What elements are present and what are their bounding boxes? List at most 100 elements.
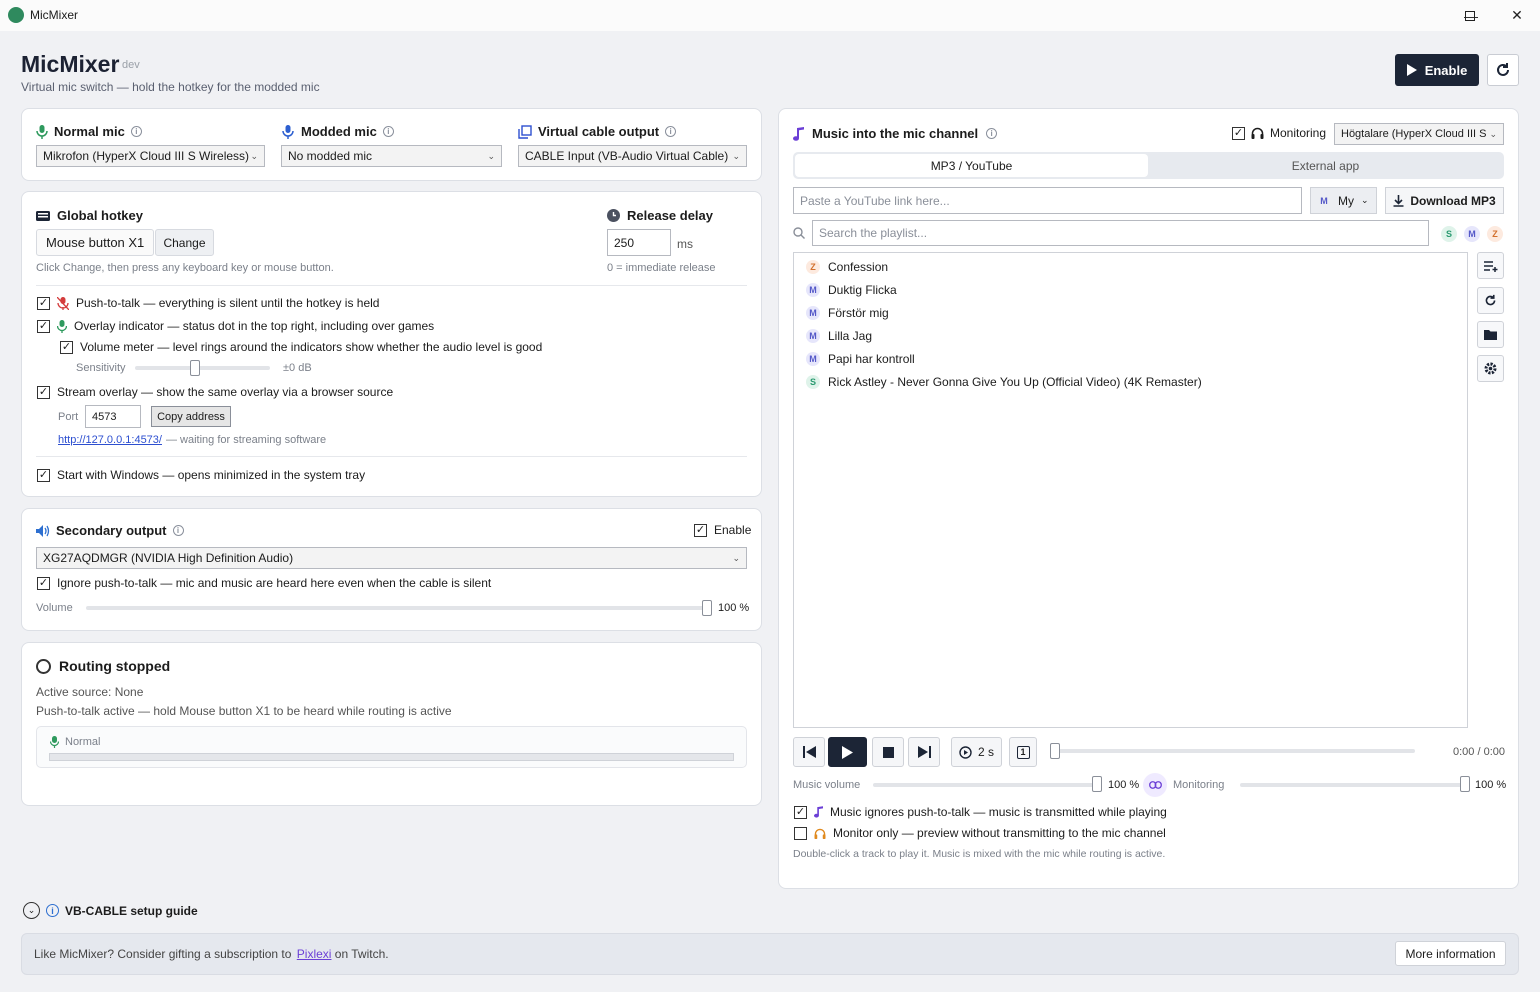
previous-button[interactable] — [793, 737, 825, 767]
push-to-talk-label: Push-to-talk — everything is silent unti… — [76, 296, 380, 310]
support-text: Like MicMixer? Consider gifting a subscr… — [34, 947, 295, 961]
secondary-volume-thumb[interactable] — [702, 600, 712, 616]
secondary-output-select[interactable]: XG27AQDMGR (NVIDIA High Definition Audio… — [36, 547, 747, 569]
refresh-icon — [1497, 63, 1509, 76]
track-delay-button[interactable]: 2 s — [951, 737, 1002, 767]
level-meter-bar — [49, 753, 734, 761]
track-title: Lilla Jag — [828, 329, 873, 343]
chevron-down-icon: ⌄ — [1361, 195, 1369, 205]
youtube-link-input[interactable]: Paste a YouTube link here... — [793, 187, 1302, 214]
microphone-icon — [36, 124, 48, 139]
filter-z-button[interactable]: Z — [1487, 226, 1503, 242]
filter-s-button[interactable]: S — [1441, 226, 1457, 242]
stop-icon — [882, 746, 894, 758]
add-to-playlist-button[interactable] — [1477, 252, 1504, 279]
release-delay-input[interactable]: 250 — [607, 229, 671, 256]
monitor-only-label: Monitor only — preview without transmitt… — [833, 826, 1166, 840]
music-volume-track[interactable] — [873, 783, 1100, 787]
hotkey-value: Mouse button X1 — [36, 229, 155, 256]
change-hotkey-button[interactable]: Change — [155, 229, 214, 256]
filter-m-button[interactable]: M — [1464, 226, 1480, 242]
download-mp3-button[interactable]: Download MP3 — [1385, 187, 1504, 214]
maximize-button[interactable] — [1447, 0, 1493, 31]
repeat-mode-button[interactable]: 1 — [1009, 737, 1037, 767]
settings-button[interactable] — [1477, 355, 1504, 382]
link-volumes-button[interactable] — [1143, 773, 1167, 797]
start-with-windows-label: Start with Windows — opens minimized in … — [57, 468, 366, 482]
playlist-add-icon — [1483, 260, 1497, 272]
reload-playlist-button[interactable] — [1477, 287, 1504, 314]
monitor-volume-track[interactable] — [1240, 783, 1468, 787]
monitor-volume-thumb[interactable] — [1460, 776, 1470, 792]
track-item[interactable]: S Rick Astley - Never Gonna Give You Up (… — [806, 371, 1202, 393]
playlist-search-input[interactable]: Search the playlist... — [812, 220, 1429, 246]
more-information-button[interactable]: More information — [1395, 941, 1506, 966]
port-input[interactable]: 4573 — [85, 405, 141, 428]
cable-output-select[interactable]: CABLE Input (VB-Audio Virtual Cable) ⌄ — [518, 145, 747, 167]
next-button[interactable] — [908, 737, 940, 767]
info-icon[interactable]: i — [665, 126, 677, 137]
cable-output-label: Virtual cable output — [538, 124, 660, 139]
overlay-indicator-label: Overlay indicator — status dot in the to… — [74, 319, 435, 333]
info-icon[interactable]: i — [382, 126, 394, 137]
enable-button[interactable]: Enable — [1395, 54, 1479, 86]
secondary-ignore-ptt-checkbox[interactable]: ✓ — [37, 576, 50, 590]
track-item[interactable]: M Förstör mig — [806, 302, 889, 324]
music-ignores-ptt-label: Music ignores push-to-talk — music is tr… — [830, 805, 1167, 819]
track-title: Förstör mig — [828, 306, 889, 320]
track-badge: M — [806, 329, 820, 343]
refresh-button[interactable] — [1487, 54, 1519, 86]
clock-icon — [607, 209, 620, 222]
stream-overlay-checkbox[interactable]: ✓ — [37, 385, 50, 399]
push-to-talk-checkbox[interactable]: ✓ — [37, 296, 50, 310]
track-item[interactable]: M Lilla Jag — [806, 325, 872, 347]
start-with-windows-checkbox[interactable]: ✓ — [37, 468, 50, 482]
track-delay-label: 2 s — [977, 745, 994, 759]
link-icon — [1148, 781, 1162, 789]
seek-slider-thumb[interactable] — [1050, 743, 1060, 759]
chevron-down-icon: ⌄ — [732, 150, 740, 161]
setup-guide-toggle[interactable]: ⌄ i VB-CABLE setup guide — [23, 902, 198, 919]
music-ignores-ptt-checkbox[interactable]: ✓ — [794, 805, 807, 819]
track-item[interactable]: M Duktig Flicka — [806, 279, 897, 301]
info-icon[interactable]: i — [986, 128, 998, 139]
track-item[interactable]: Z Confession — [806, 256, 888, 278]
normal-mic-select[interactable]: Mikrofon (HyperX Cloud III S Wireless) ⌄ — [36, 145, 265, 167]
folder-icon — [1484, 330, 1497, 340]
twitch-link[interactable]: Pixlexi — [295, 947, 332, 961]
open-folder-button[interactable] — [1477, 321, 1504, 348]
secondary-volume-track[interactable] — [86, 606, 708, 610]
monitor-device-select[interactable]: Högtalare (HyperX Cloud III S ⌄ — [1334, 123, 1504, 145]
app-icon — [8, 7, 24, 23]
global-hotkey-title: Global hotkey — [57, 208, 143, 223]
chevron-down-icon: ⌄ — [23, 902, 40, 919]
speaker-icon — [36, 524, 50, 537]
tab-external-app[interactable]: External app — [1149, 154, 1502, 177]
copy-address-button[interactable]: Copy address — [151, 406, 231, 427]
headphones-icon — [1251, 127, 1264, 139]
info-icon[interactable]: i — [172, 525, 184, 536]
tab-mp3-youtube[interactable]: MP3 / YouTube — [795, 154, 1148, 177]
play-button[interactable] — [828, 737, 867, 767]
close-button[interactable]: ✕ — [1494, 0, 1540, 31]
stop-button[interactable] — [872, 737, 904, 767]
folder-label: My — [1338, 193, 1354, 208]
repeat-one-icon: 1 — [1016, 745, 1030, 759]
volume-meter-checkbox[interactable]: ✓ — [60, 340, 73, 354]
secondary-output-title: Secondary output — [56, 523, 167, 538]
music-volume-thumb[interactable] — [1092, 776, 1102, 792]
overlay-indicator-checkbox[interactable]: ✓ — [37, 319, 50, 333]
monitor-only-checkbox[interactable] — [794, 826, 807, 840]
download-folder-select[interactable]: M My ⌄ — [1310, 187, 1377, 214]
modded-mic-select[interactable]: No modded mic ⌄ — [281, 145, 502, 167]
gear-icon — [1484, 362, 1497, 375]
track-item[interactable]: M Papi har kontroll — [806, 348, 915, 370]
sensitivity-slider-track[interactable] — [135, 366, 270, 370]
music-monitoring-checkbox[interactable]: ✓ — [1232, 126, 1245, 140]
sensitivity-slider-thumb[interactable] — [190, 360, 200, 376]
overlay-url-link[interactable]: http://127.0.0.1:4573/ — [58, 434, 162, 446]
info-icon[interactable]: i — [130, 126, 142, 137]
seek-slider-track[interactable] — [1055, 749, 1415, 753]
secondary-enable-checkbox[interactable]: ✓ — [694, 523, 707, 537]
hotkey-hint: Click Change, then press any keyboard ke… — [36, 262, 334, 274]
